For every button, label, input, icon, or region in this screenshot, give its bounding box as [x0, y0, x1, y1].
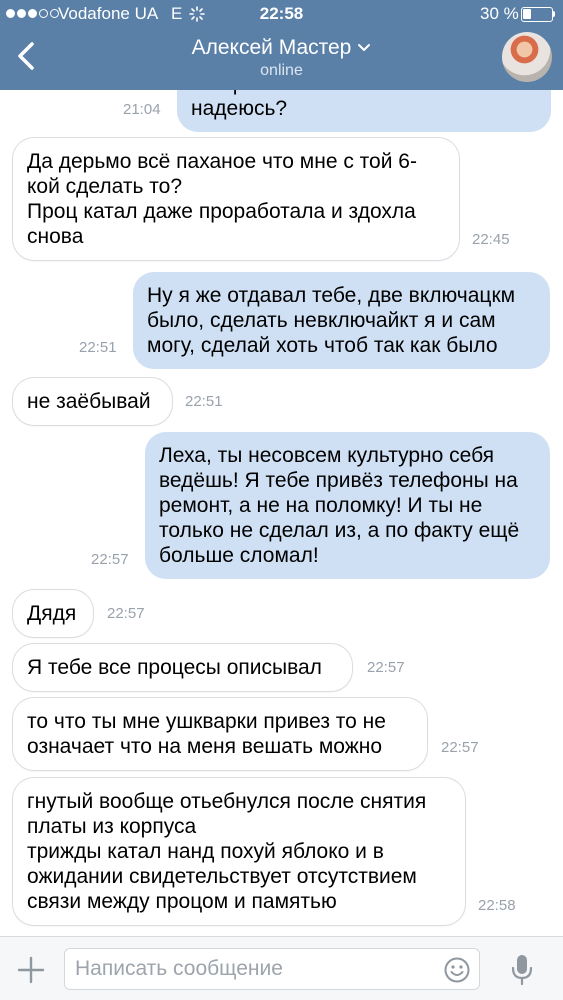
- message-time: 22:51: [79, 339, 117, 356]
- incoming-message[interactable]: Дядя: [13, 590, 93, 637]
- message-time: 22:51: [185, 393, 223, 410]
- status-time: 22:58: [259, 4, 304, 23]
- incoming-message[interactable]: то что ты мне ушкварки привез то не озна…: [13, 698, 427, 770]
- message-list[interactable]: которым включался включаться и надеюсь? …: [0, 90, 563, 936]
- contact-status: online: [260, 62, 303, 79]
- header: Vodafone UA E 22:58 30 % Алексей Мастер …: [0, 0, 563, 90]
- contact-name: Алексей Мастер: [191, 36, 352, 59]
- compose-bar: [0, 936, 563, 1000]
- battery-percent: 30 %: [480, 4, 519, 23]
- emoji-icon[interactable]: [443, 956, 471, 984]
- incoming-message[interactable]: Да дерьмо всё паханое что мне с той 6- к…: [13, 138, 459, 260]
- outgoing-message[interactable]: Ну я же отдавал тебе, две включацкм было…: [133, 272, 550, 369]
- message-time: 21:04: [123, 101, 161, 118]
- chat-title-area[interactable]: Алексей Мастер online: [0, 34, 563, 80]
- message-time: 22:58: [478, 897, 516, 914]
- incoming-message[interactable]: Я тебе все процесы описывал: [13, 644, 352, 691]
- incoming-message[interactable]: гнутый вообще отьебнулся после снятия пл…: [13, 778, 465, 925]
- chevron-down-icon: [358, 44, 371, 51]
- message-time: 22:57: [367, 659, 405, 676]
- avatar[interactable]: [502, 32, 552, 82]
- status-bar: Vodafone UA E 22:58 30 %: [0, 0, 563, 28]
- message-input[interactable]: [75, 949, 435, 989]
- message-time: 22:57: [441, 739, 479, 756]
- microphone-icon[interactable]: [510, 953, 534, 987]
- message-time: 22:57: [91, 551, 129, 568]
- message-time: 22:45: [472, 231, 510, 248]
- battery-icon: [521, 7, 555, 22]
- message-input-field[interactable]: [64, 948, 480, 990]
- incoming-message[interactable]: не заёбывай: [13, 378, 172, 425]
- attach-plus-icon[interactable]: [16, 955, 46, 985]
- message-time: 22:57: [107, 605, 145, 622]
- outgoing-message[interactable]: Леха, ты несовсем культурно себя ведёшь!…: [145, 432, 550, 579]
- outgoing-message[interactable]: которым включался включаться и надеюсь?: [177, 90, 551, 132]
